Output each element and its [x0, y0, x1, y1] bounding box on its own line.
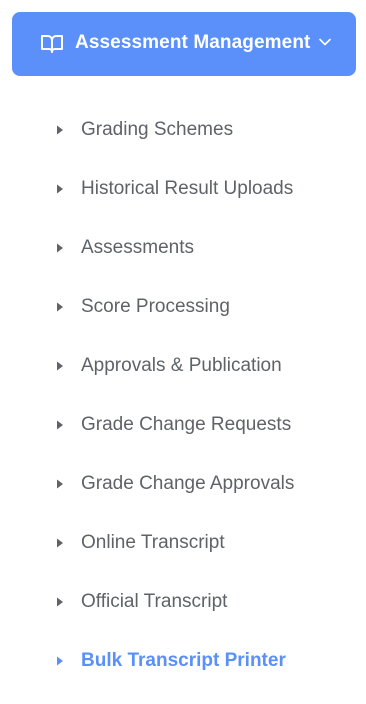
- caret-right-icon: [57, 479, 63, 489]
- caret-right-icon: [57, 184, 63, 194]
- menu-item-bulk-transcript-printer[interactable]: Bulk Transcript Printer: [52, 641, 352, 681]
- menu-item-online-transcript[interactable]: Online Transcript: [52, 523, 352, 563]
- caret-right-icon: [57, 243, 63, 253]
- menu-item-assessments[interactable]: Assessments: [52, 228, 352, 268]
- caret-right-icon: [57, 656, 63, 666]
- caret-right-icon: [57, 420, 63, 430]
- menu-item-label: Assessments: [81, 237, 194, 258]
- menu-item-label: Score Processing: [81, 296, 230, 317]
- menu-item-grading-schemes[interactable]: Grading Schemes: [52, 110, 352, 150]
- menu-item-label: Bulk Transcript Printer: [81, 650, 286, 671]
- header-title: Assessment Management: [75, 32, 311, 53]
- sidebar: Assessment Management Grading Schemes Hi…: [0, 0, 366, 704]
- menu-item-label: Approvals & Publication: [81, 355, 282, 376]
- menu-item-grade-change-approvals[interactable]: Grade Change Approvals: [52, 464, 352, 504]
- chevron-down-icon[interactable]: [318, 35, 332, 49]
- caret-right-icon: [57, 125, 63, 135]
- caret-right-icon: [57, 302, 63, 312]
- menu-item-label: Grade Change Requests: [81, 414, 292, 435]
- menu-item-label: Grading Schemes: [81, 119, 234, 140]
- menu-item-label: Official Transcript: [81, 591, 228, 612]
- caret-right-icon: [57, 538, 63, 548]
- menu-item-label: Historical Result Uploads: [81, 178, 294, 199]
- caret-right-icon: [57, 597, 63, 607]
- assessment-management-header[interactable]: Assessment Management: [12, 12, 356, 76]
- book-open-icon: [41, 35, 63, 53]
- menu-item-score-processing[interactable]: Score Processing: [52, 287, 352, 327]
- menu-item-historical-result-uploads[interactable]: Historical Result Uploads: [52, 169, 352, 209]
- menu-item-approvals-publication[interactable]: Approvals & Publication: [52, 346, 352, 386]
- menu-item-official-transcript[interactable]: Official Transcript: [52, 582, 352, 622]
- menu-item-grade-change-requests[interactable]: Grade Change Requests: [52, 405, 352, 445]
- menu-item-label: Grade Change Approvals: [81, 473, 295, 494]
- menu-item-label: Online Transcript: [81, 532, 225, 553]
- caret-right-icon: [57, 361, 63, 371]
